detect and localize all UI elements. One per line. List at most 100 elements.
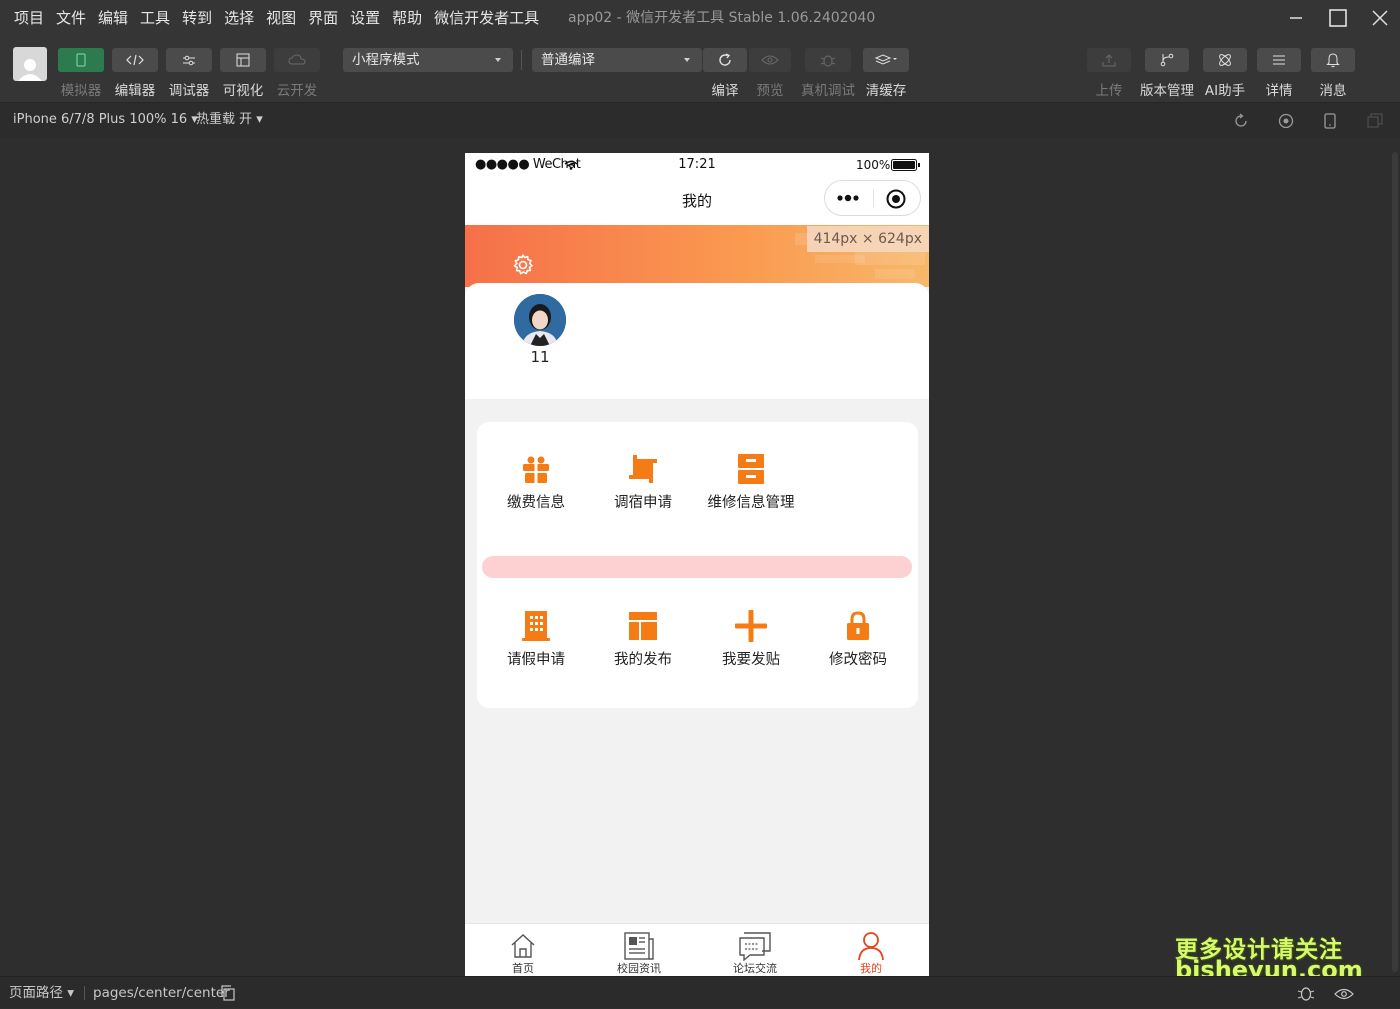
device-select[interactable]: iPhone 6/7/8 Plus 100% 16 ▾ bbox=[13, 103, 198, 137]
menu-settings[interactable]: 设置 bbox=[344, 0, 386, 36]
target-icon bbox=[886, 189, 906, 209]
bell-icon bbox=[1326, 53, 1340, 68]
mode-select[interactable]: 小程序模式 bbox=[343, 48, 513, 72]
simulator-scrollbar[interactable] bbox=[1392, 152, 1398, 972]
toolbar: 模拟器 编辑器 调试器 可视化 云开发 小程序模式 普通编译 编译 预览 真机调… bbox=[0, 36, 1400, 102]
grid-item-payment[interactable]: 缴费信息 bbox=[486, 452, 586, 520]
ai-button[interactable] bbox=[1203, 48, 1247, 72]
phone-screen: ●●●●● WeChat 17:21 100% 我的 414px × 624px… bbox=[465, 153, 929, 976]
compile-button[interactable] bbox=[703, 48, 747, 72]
copy-icon bbox=[221, 985, 235, 1001]
grid-item-dorm-change[interactable]: 调宿申请 bbox=[593, 452, 693, 520]
phone-nav-bar: 我的 bbox=[465, 177, 929, 225]
upload-button[interactable] bbox=[1087, 48, 1131, 72]
page-path-value: pages/center/center bbox=[93, 985, 230, 1001]
bug-icon bbox=[820, 55, 836, 67]
more-dots-icon bbox=[837, 194, 859, 202]
lock-icon bbox=[847, 611, 869, 640]
home-icon bbox=[511, 934, 535, 958]
grid-item-new-post[interactable]: 我要发贴 bbox=[701, 609, 801, 677]
cloud-toggle[interactable] bbox=[274, 48, 320, 72]
debug-status-button[interactable] bbox=[1297, 985, 1315, 1001]
preview-status-button[interactable] bbox=[1334, 986, 1354, 1000]
close-mini-program-button[interactable] bbox=[885, 188, 907, 210]
copy-path-button[interactable] bbox=[220, 985, 236, 1001]
remote-debug-button[interactable] bbox=[805, 48, 851, 72]
menu-select[interactable]: 选择 bbox=[218, 0, 260, 36]
grid-label-new-post: 我要发贴 bbox=[722, 652, 780, 668]
phone-status-bar: ●●●●● WeChat 17:21 100% bbox=[465, 153, 929, 177]
close-button[interactable] bbox=[1360, 0, 1400, 36]
user-icon bbox=[858, 932, 884, 961]
device-view-button[interactable] bbox=[1321, 112, 1339, 130]
tab-label-forum: 论坛交流 bbox=[733, 962, 777, 975]
minimize-button[interactable] bbox=[1276, 0, 1316, 36]
menu-help[interactable]: 帮助 bbox=[386, 0, 428, 36]
compile-select-value: 普通编译 bbox=[541, 52, 595, 68]
code-icon bbox=[126, 54, 144, 66]
device-select-value: iPhone 6/7/8 Plus 100% 16 bbox=[13, 112, 188, 127]
tab-label-news: 校园资讯 bbox=[617, 962, 661, 975]
phone-icon bbox=[76, 53, 86, 67]
function-menu-card: 缴费信息 调宿申请 维修信息管理 请假申请 我的发布 我要发贴 修改密码 bbox=[477, 422, 918, 708]
menu-devtools[interactable]: 微信开发者工具 bbox=[428, 0, 545, 36]
settings-button[interactable] bbox=[511, 253, 535, 277]
upload-label: 上传 bbox=[1095, 83, 1123, 99]
debugger-toggle[interactable] bbox=[166, 48, 212, 72]
menu-tools[interactable]: 工具 bbox=[134, 0, 176, 36]
remote-debug-label: 真机调试 bbox=[801, 83, 855, 99]
clear-cache-button[interactable] bbox=[863, 48, 909, 72]
version-button[interactable] bbox=[1145, 48, 1189, 72]
phone-outline-icon bbox=[1324, 113, 1336, 129]
messages-label: 消息 bbox=[1319, 83, 1347, 99]
details-button[interactable] bbox=[1257, 48, 1301, 72]
tab-news[interactable]: 校园资讯 bbox=[581, 924, 697, 976]
menu-edit[interactable]: 编辑 bbox=[92, 0, 134, 36]
menu-interface[interactable]: 界面 bbox=[302, 0, 344, 36]
menu-goto[interactable]: 转到 bbox=[176, 0, 218, 36]
avatar[interactable] bbox=[514, 294, 566, 346]
preview-button[interactable] bbox=[749, 48, 791, 72]
mode-select-value: 小程序模式 bbox=[352, 52, 420, 68]
tab-label-profile: 我的 bbox=[860, 962, 882, 975]
user-avatar-button[interactable] bbox=[13, 47, 47, 81]
visual-label: 可视化 bbox=[222, 83, 264, 99]
editor-toggle[interactable] bbox=[112, 48, 158, 72]
grid-label-my-posts: 我的发布 bbox=[614, 652, 672, 668]
branch-icon bbox=[1160, 53, 1174, 67]
grid-item-my-posts[interactable]: 我的发布 bbox=[593, 609, 693, 677]
messages-button[interactable] bbox=[1311, 48, 1355, 72]
chevron-down-icon bbox=[684, 58, 690, 62]
rotate-icon bbox=[1235, 113, 1247, 127]
close-icon bbox=[1372, 10, 1388, 26]
page-path-select[interactable]: 页面路径 ▾ bbox=[9, 977, 74, 1009]
preview-label: 预览 bbox=[756, 83, 784, 99]
menu-view[interactable]: 视图 bbox=[260, 0, 302, 36]
rotate-button[interactable] bbox=[1232, 112, 1250, 130]
tab-profile[interactable]: 我的 bbox=[813, 924, 929, 976]
visual-toggle[interactable] bbox=[220, 48, 266, 72]
tab-bar: 首页 校园资讯 论坛交流 我的 bbox=[465, 923, 929, 976]
stop-button[interactable] bbox=[1277, 112, 1295, 130]
grid-item-change-password[interactable]: 修改密码 bbox=[808, 609, 908, 677]
details-label: 详情 bbox=[1265, 83, 1293, 99]
menu-file[interactable]: 文件 bbox=[50, 0, 92, 36]
grid-item-leave[interactable]: 请假申请 bbox=[486, 609, 586, 677]
compile-select[interactable]: 普通编译 bbox=[532, 48, 702, 72]
editor-label: 编辑器 bbox=[114, 83, 156, 99]
sliders-icon bbox=[183, 55, 195, 66]
tab-home[interactable]: 首页 bbox=[465, 924, 581, 976]
more-button[interactable] bbox=[835, 189, 865, 207]
hot-reload-value: 热重载 开 bbox=[196, 112, 253, 127]
menu-project[interactable]: 项目 bbox=[8, 0, 50, 36]
maximize-button[interactable] bbox=[1318, 0, 1358, 36]
eye-icon bbox=[761, 55, 779, 65]
hot-reload-select[interactable]: 热重载 开 ▾ bbox=[196, 103, 263, 137]
grid-label-payment: 缴费信息 bbox=[507, 495, 565, 511]
grid-item-repair[interactable]: 维修信息管理 bbox=[701, 452, 801, 517]
cloud-icon bbox=[288, 54, 306, 65]
menu-bar: 项目 文件 编辑 工具 转到 选择 视图 界面 设置 帮助 微信开发者工具 ap… bbox=[0, 0, 1400, 36]
simulator-toggle[interactable] bbox=[58, 48, 104, 72]
tab-forum[interactable]: 论坛交流 bbox=[697, 924, 813, 976]
popout-button[interactable] bbox=[1366, 112, 1384, 130]
